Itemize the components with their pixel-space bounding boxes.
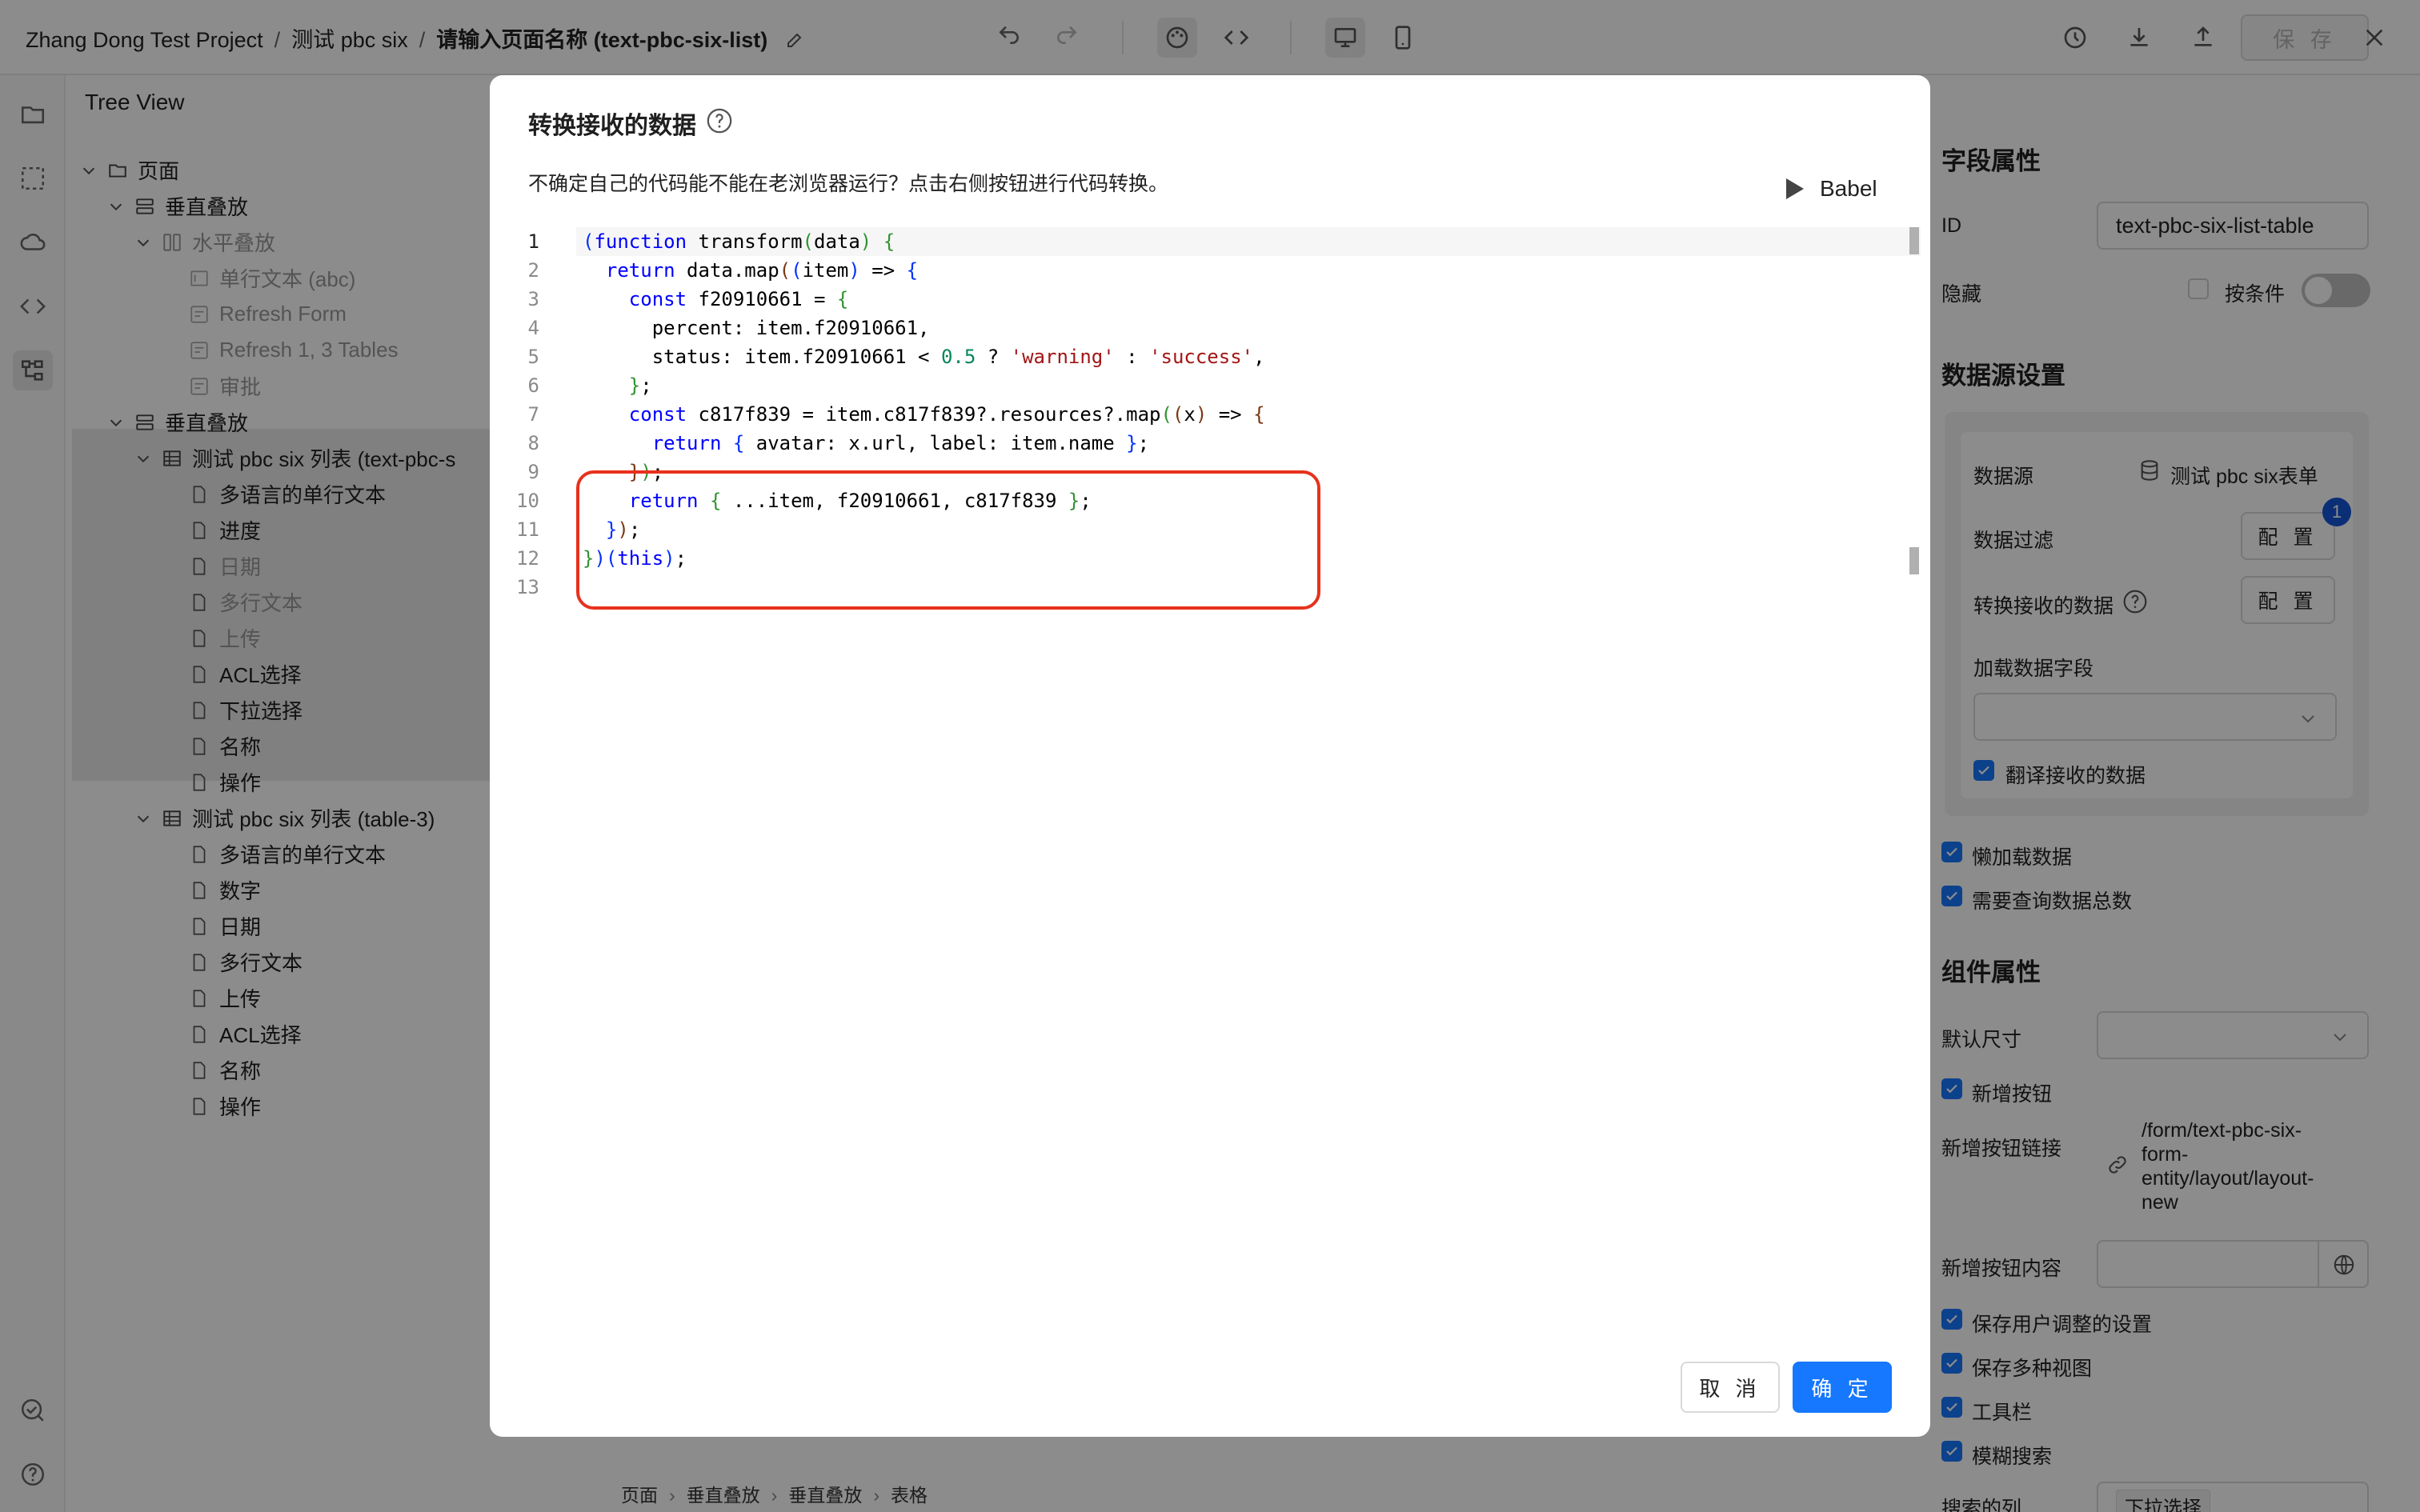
line-number: 8: [527, 432, 539, 454]
highlight-annotation-box: [576, 470, 1320, 610]
babel-button[interactable]: Babel: [1786, 176, 1877, 202]
line-number: 6: [527, 374, 539, 397]
code-line: return { avatar: x.url, label: item.name…: [651, 432, 1150, 454]
line-number: 1: [527, 230, 539, 253]
modal-description: 不确定自己的代码能不能在老浏览器运行？点击右侧按钮进行代码转换。: [528, 173, 1169, 195]
code-editor[interactable]: 1 2 3 4 5 6 7 8 9 10 11 12 13 (function transform(da…: [490, 227, 1930, 1379]
code-line: return data.map((item) => {: [605, 259, 919, 282]
confirm-button[interactable]: 确 定: [1793, 1362, 1892, 1413]
line-number: 2: [527, 259, 539, 282]
transform-data-modal: 转换接收的数据 不确定自己的代码能不能在老浏览器运行？点击右侧按钮进行代码转换。…: [490, 75, 1930, 1437]
cancel-button[interactable]: 取 消: [1681, 1362, 1780, 1413]
line-number: 5: [527, 346, 539, 368]
code-line: (function transform(data) {: [583, 230, 895, 253]
line-number: 13: [516, 576, 539, 598]
line-number: 3: [527, 288, 539, 310]
play-icon: [1786, 178, 1804, 199]
code-line: };: [628, 374, 652, 397]
code-line: const f20910661 = {: [628, 288, 849, 310]
line-number: 4: [527, 317, 539, 339]
editor-scroll-marker: [1909, 227, 1919, 254]
babel-label: Babel: [1820, 176, 1877, 201]
code-line: percent: item.f20910661,: [651, 317, 930, 339]
modal-title: 转换接收的数据: [528, 113, 696, 139]
line-number: 12: [516, 547, 539, 570]
editor-scroll-marker: [1909, 547, 1919, 574]
code-line: const c817f839 = item.c817f839?.resource…: [628, 403, 1265, 426]
line-number: 10: [516, 490, 539, 512]
line-number: 9: [527, 461, 539, 483]
code-line: status: item.f20910661 < 0.5 ? 'warning'…: [651, 346, 1265, 368]
line-number: 11: [516, 518, 539, 541]
help-icon[interactable]: [706, 107, 733, 134]
line-number: 7: [527, 403, 539, 426]
